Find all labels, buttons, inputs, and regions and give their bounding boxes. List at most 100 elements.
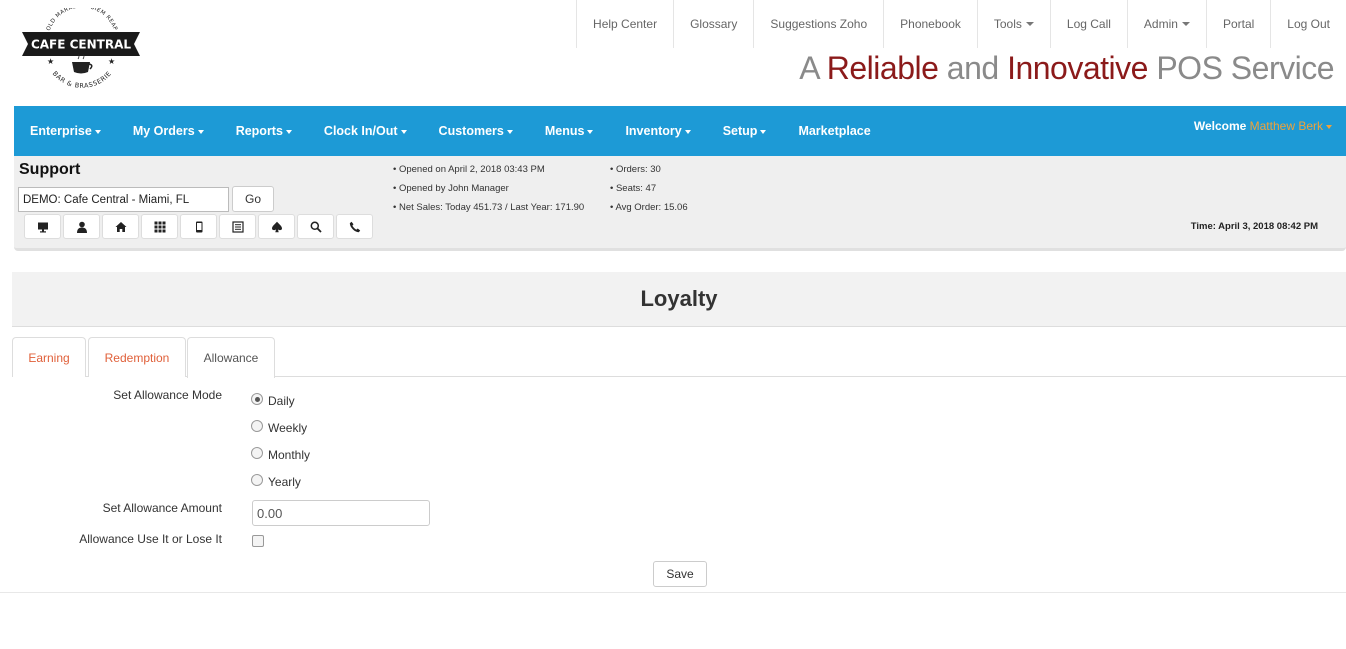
admin-dropdown[interactable]: Admin — [1126, 0, 1206, 48]
grid-button[interactable] — [141, 214, 178, 239]
log-out-link[interactable]: Log Out — [1270, 0, 1346, 48]
log-call-link[interactable]: Log Call — [1049, 0, 1127, 48]
radio-daily[interactable] — [251, 393, 263, 405]
list-button[interactable] — [219, 214, 256, 239]
nav-marketplace[interactable]: Marketplace — [782, 124, 886, 138]
admin-label: Admin — [1143, 17, 1178, 31]
stat-avg-order: • Avg Order: 15.06 — [610, 202, 688, 213]
save-button[interactable]: Save — [653, 561, 707, 587]
grid-icon — [154, 221, 165, 232]
phone-button[interactable] — [336, 214, 373, 239]
nav-label: Enterprise — [30, 124, 92, 138]
welcome-label: Welcome — [1193, 119, 1250, 133]
suggestions-zoho-label: Suggestions Zoho — [770, 17, 868, 31]
list-icon — [231, 220, 244, 233]
tools-dropdown[interactable]: Tools — [976, 0, 1050, 48]
nav-label: Marketplace — [798, 124, 871, 138]
tagline-highlight: Innovative — [1007, 50, 1148, 86]
cafe-central-logo[interactable]: OLD MARKET ★ SIEM REAP CAFE CENTRAL ★ ★ … — [22, 8, 140, 94]
nav-label: Menus — [544, 124, 585, 138]
nav-reports[interactable]: Reports — [220, 124, 308, 138]
glossary-link[interactable]: Glossary — [673, 0, 753, 48]
tab-allowance[interactable]: Allowance — [187, 337, 275, 378]
tools-label: Tools — [993, 17, 1022, 31]
order-stats: • Orders: 30 • Seats: 47 • Avg Order: 15… — [610, 160, 688, 217]
allowance-amount-label: Set Allowance Amount — [102, 501, 222, 515]
nav-inventory[interactable]: Inventory — [609, 124, 706, 138]
nav-label: Customers — [438, 124, 504, 138]
caret-down-icon — [506, 129, 513, 134]
mode-option-weekly[interactable]: Weekly — [251, 417, 307, 435]
use-it-or-lose-it-checkbox[interactable] — [252, 535, 264, 547]
tab-redemption[interactable]: Redemption — [88, 337, 186, 377]
tagline-highlight: Reliable — [826, 50, 939, 86]
radio-monthly[interactable] — [251, 447, 263, 459]
stat-orders: • Orders: 30 — [610, 164, 661, 175]
stat-seats: • Seats: 47 — [610, 183, 657, 194]
caret-down-icon — [285, 129, 292, 134]
suggestions-zoho-link[interactable]: Suggestions Zoho — [753, 0, 883, 48]
user-menu[interactable]: Matthew Berk — [1250, 119, 1332, 133]
caret-down-icon — [587, 129, 594, 134]
welcome-area: Welcome Matthew Berk — [1194, 119, 1332, 133]
nav-label: Reports — [235, 124, 283, 138]
radio-weekly[interactable] — [251, 420, 263, 432]
home-button[interactable] — [102, 214, 139, 239]
divider — [0, 592, 1346, 593]
phone-icon — [349, 221, 360, 232]
home-icon — [115, 221, 126, 232]
tagline-part: POS Service — [1147, 50, 1334, 86]
search-button[interactable] — [297, 214, 334, 239]
radio-yearly[interactable] — [251, 474, 263, 486]
nav-menus[interactable]: Menus — [529, 124, 610, 138]
main-nav: Enterprise My Orders Reports Clock In/Ou… — [14, 106, 1346, 156]
radio-yearly-label: Yearly — [268, 475, 301, 489]
mobile-icon — [195, 221, 202, 232]
nav-customers[interactable]: Customers — [423, 124, 529, 138]
go-button[interactable]: Go — [232, 186, 274, 212]
caret-down-icon — [94, 129, 101, 134]
current-time: Time: April 3, 2018 08:42 PM — [1190, 221, 1318, 232]
stat-opened-on: • Opened on April 2, 2018 03:43 PM — [393, 164, 545, 175]
phonebook-link[interactable]: Phonebook — [883, 0, 977, 48]
caret-down-icon — [197, 129, 204, 134]
tagline: A Reliable and Innovative POS Service — [799, 50, 1334, 87]
nav-setup[interactable]: Setup — [707, 124, 783, 138]
tagline-part: and — [938, 50, 1008, 86]
mode-option-yearly[interactable]: Yearly — [251, 471, 301, 489]
portal-link[interactable]: Portal — [1205, 0, 1270, 48]
phonebook-label: Phonebook — [900, 17, 961, 31]
help-center-label: Help Center — [593, 17, 658, 31]
tagline-part: A — [799, 50, 827, 86]
allowance-amount-input[interactable] — [252, 500, 430, 526]
mode-option-daily[interactable]: Daily — [251, 390, 295, 408]
nav-label: My Orders — [132, 124, 195, 138]
search-icon — [310, 221, 322, 233]
spade-button[interactable] — [258, 214, 295, 239]
support-icon-toolbar — [24, 214, 373, 239]
nav-enterprise[interactable]: Enterprise — [14, 124, 117, 138]
mode-option-monthly[interactable]: Monthly — [251, 444, 310, 462]
log-out-label: Log Out — [1287, 17, 1330, 31]
top-links: Help Center Glossary Suggestions Zoho Ph… — [576, 0, 1346, 48]
nav-my-orders[interactable]: My Orders — [117, 124, 220, 138]
mobile-button[interactable] — [180, 214, 217, 239]
header: OLD MARKET ★ SIEM REAP CAFE CENTRAL ★ ★ … — [0, 0, 1346, 106]
allowance-mode-label: Set Allowance Mode — [113, 388, 222, 402]
nav-clock-in-out[interactable]: Clock In/Out — [308, 124, 423, 138]
user-name: Matthew Berk — [1249, 119, 1323, 133]
monitor-button[interactable] — [24, 214, 61, 239]
radio-monthly-label: Monthly — [268, 448, 311, 462]
help-center-link[interactable]: Help Center — [576, 0, 673, 48]
user-button[interactable] — [63, 214, 100, 239]
session-stats: • Opened on April 2, 2018 03:43 PM • Ope… — [393, 160, 584, 217]
svg-text:OLD MARKET ★ SIEM REAP: OLD MARKET ★ SIEM REAP — [46, 8, 118, 32]
tab-earning[interactable]: Earning — [12, 337, 86, 377]
radio-daily-label: Daily — [268, 394, 295, 408]
loyalty-tabs: Earning Redemption Allowance — [12, 337, 1346, 378]
page-title: Loyalty — [640, 286, 718, 311]
monitor-icon — [37, 222, 48, 232]
portal-label: Portal — [1222, 17, 1255, 31]
store-search-input[interactable] — [18, 187, 229, 212]
svg-text:★: ★ — [47, 57, 54, 66]
